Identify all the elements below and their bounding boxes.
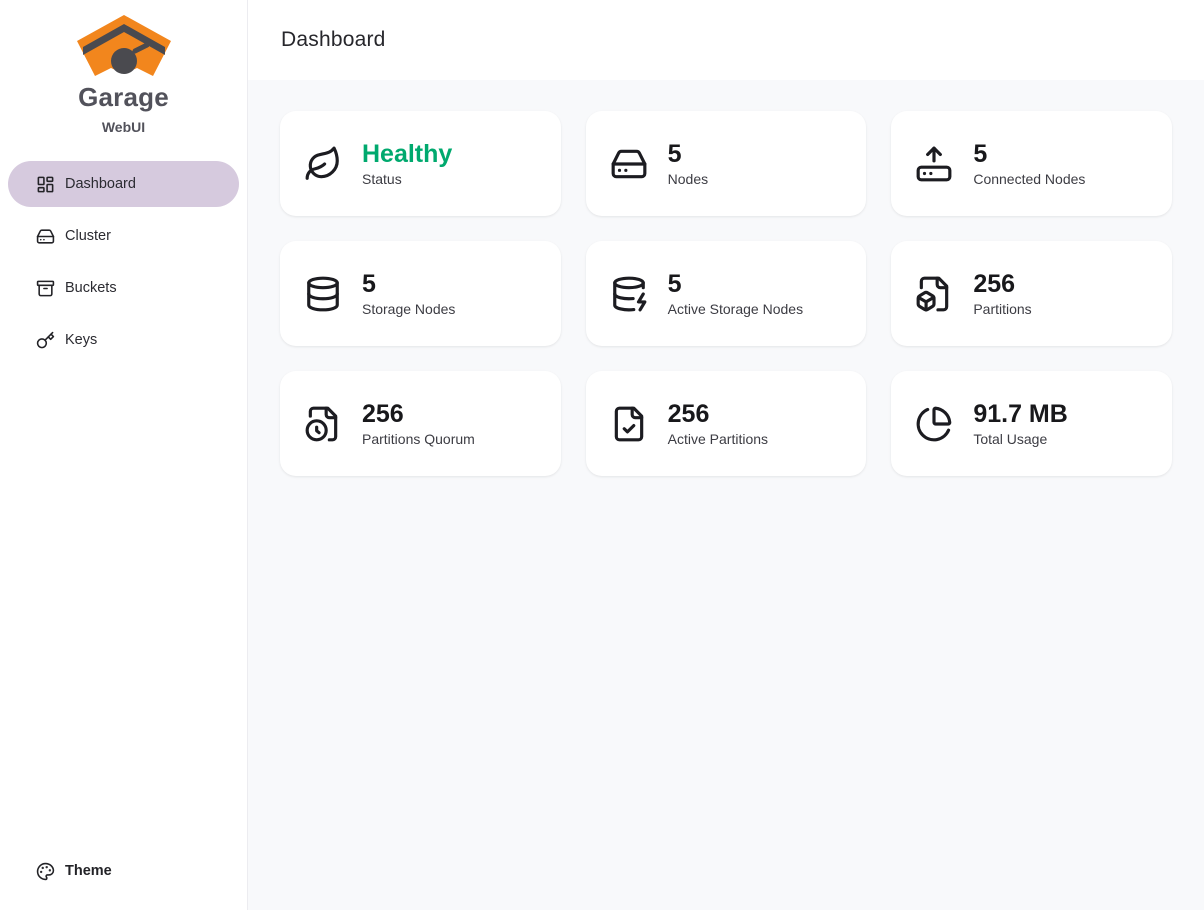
- sidebar-bottom: Theme: [0, 832, 247, 910]
- stat-value: 256: [973, 270, 1031, 299]
- file-box-icon: [915, 275, 953, 313]
- stat-card-nodes: 5 Nodes: [586, 111, 867, 216]
- sidebar-item-label: Cluster: [65, 228, 111, 244]
- stat-label: Status: [362, 171, 452, 187]
- sidebar-nav: Dashboard Cluster Buckets Keys: [0, 161, 247, 363]
- stat-value: 91.7 MB: [973, 400, 1067, 429]
- stat-label: Connected Nodes: [973, 171, 1085, 187]
- layout-dashboard-icon: [36, 175, 55, 194]
- main-area: Dashboard Healthy Status: [248, 0, 1204, 910]
- page-header: Dashboard: [248, 0, 1204, 80]
- leaf-icon: [304, 145, 342, 183]
- stat-label: Total Usage: [973, 431, 1067, 447]
- sidebar-item-dashboard[interactable]: Dashboard: [8, 161, 239, 207]
- chart-pie-icon: [915, 405, 953, 443]
- file-check-icon: [610, 405, 648, 443]
- stat-value: 5: [668, 270, 803, 299]
- sidebar-item-keys[interactable]: Keys: [8, 317, 239, 363]
- logo-subtitle: WebUI: [102, 119, 145, 135]
- stat-card-active-partitions: 256 Active Partitions: [586, 371, 867, 476]
- stat-label: Storage Nodes: [362, 301, 455, 317]
- stat-label: Partitions Quorum: [362, 431, 475, 447]
- database-icon: [304, 275, 342, 313]
- sidebar: Garage WebUI Dashboard Cluster Buckets: [0, 0, 248, 910]
- sidebar-item-label: Keys: [65, 332, 97, 348]
- key-icon: [36, 331, 55, 350]
- stat-value: 5: [973, 140, 1085, 169]
- sidebar-item-cluster[interactable]: Cluster: [8, 213, 239, 259]
- stat-label: Active Storage Nodes: [668, 301, 803, 317]
- hard-drive-icon: [36, 227, 55, 246]
- palette-icon: [36, 862, 55, 881]
- page-title: Dashboard: [281, 28, 386, 52]
- stat-card-storage-nodes: 5 Storage Nodes: [280, 241, 561, 346]
- sidebar-item-label: Buckets: [65, 280, 117, 296]
- stat-card-total-usage: 91.7 MB Total Usage: [891, 371, 1172, 476]
- hard-drive-upload-icon: [915, 145, 953, 183]
- stat-card-active-storage-nodes: 5 Active Storage Nodes: [586, 241, 867, 346]
- file-clock-icon: [304, 405, 342, 443]
- stat-card-partitions-quorum: 256 Partitions Quorum: [280, 371, 561, 476]
- logo-block: Garage WebUI: [0, 0, 247, 135]
- stat-value: 5: [668, 140, 708, 169]
- stat-value: 256: [362, 400, 475, 429]
- dashboard-content: Healthy Status 5 Nodes: [248, 80, 1204, 910]
- archive-icon: [36, 279, 55, 298]
- stats-cards-grid: Healthy Status 5 Nodes: [280, 111, 1172, 476]
- stat-value: 5: [362, 270, 455, 299]
- sidebar-item-buckets[interactable]: Buckets: [8, 265, 239, 311]
- logo-title: Garage: [78, 82, 169, 113]
- stat-card-connected-nodes: 5 Connected Nodes: [891, 111, 1172, 216]
- stat-value: Healthy: [362, 140, 452, 169]
- sidebar-item-label: Dashboard: [65, 176, 136, 192]
- theme-button-label: Theme: [65, 863, 112, 879]
- garage-logo-icon: [76, 14, 172, 78]
- stat-card-status: Healthy Status: [280, 111, 561, 216]
- stat-label: Nodes: [668, 171, 708, 187]
- database-zap-icon: [610, 275, 648, 313]
- theme-button[interactable]: Theme: [8, 848, 239, 894]
- stat-label: Partitions: [973, 301, 1031, 317]
- stat-label: Active Partitions: [668, 431, 768, 447]
- stat-value: 256: [668, 400, 768, 429]
- stat-card-partitions: 256 Partitions: [891, 241, 1172, 346]
- hard-drive-icon: [610, 145, 648, 183]
